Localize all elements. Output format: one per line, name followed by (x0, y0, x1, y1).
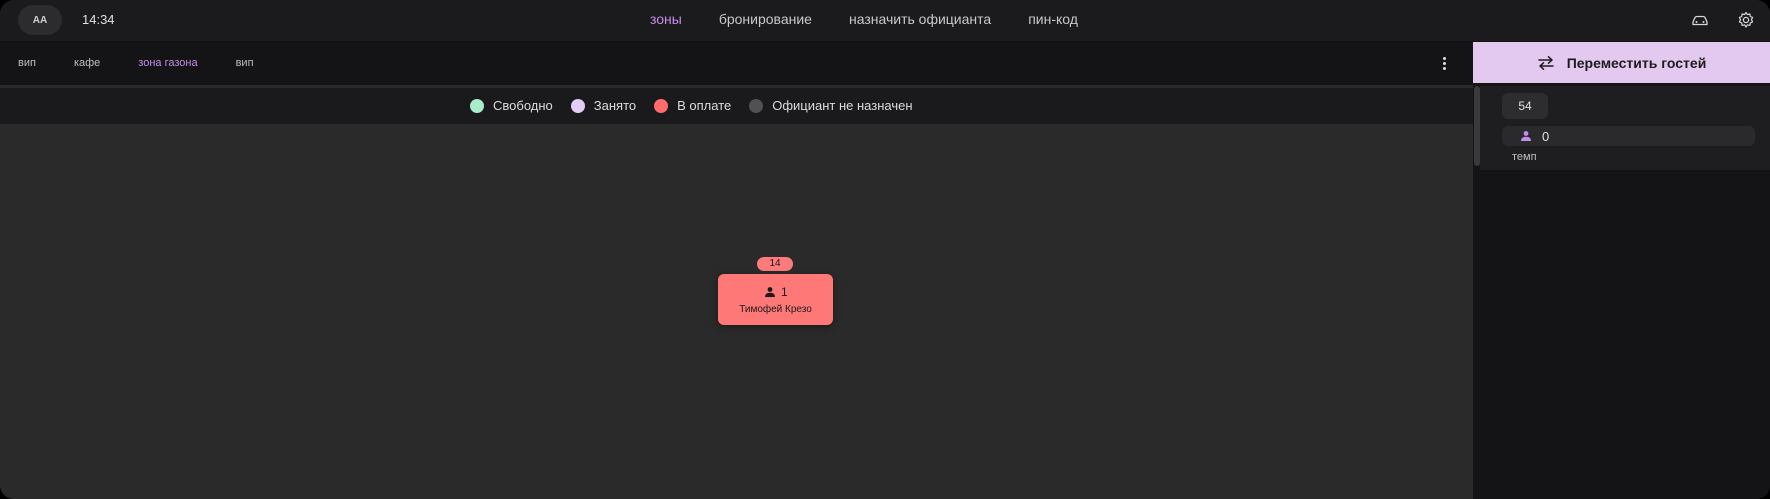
legend-dot-free (470, 98, 484, 113)
status-legend-bar: Свободно Занято В оплате Официант не наз… (0, 88, 1473, 124)
main-nav: зоны бронирование назначить официанта пи… (650, 11, 1078, 27)
summary-guests-row: 0 (1502, 126, 1755, 146)
status-legend: Свободно Занято В оплате Официант не наз… (470, 98, 913, 113)
car-icon[interactable] (1690, 10, 1710, 30)
nav-pin-code[interactable]: пин-код (1028, 11, 1078, 27)
table-guests: 1 (764, 285, 788, 299)
nav-assign-waiter[interactable]: назначить официанта (849, 11, 991, 27)
legend-label-paying: В оплате (677, 98, 732, 113)
move-guests-label: Переместить гостей (1566, 54, 1707, 71)
move-guests-button[interactable]: Переместить гостей (1473, 42, 1770, 83)
legend-dot-occupied (570, 98, 585, 113)
legend-paying: В оплате (654, 98, 731, 113)
zone-tab-lawn[interactable]: зона газона (138, 57, 197, 69)
zone-tab-vip[interactable]: вип (18, 57, 36, 69)
person-icon (765, 287, 775, 297)
table-guest-count: 1 (781, 285, 788, 299)
clock-time: 14:34 (82, 12, 115, 27)
legend-dot-paying (654, 98, 669, 113)
legend-no-waiter: Официант не назначен (749, 98, 913, 113)
legend-label-occupied: Занято (593, 98, 637, 113)
legend-label-free: Свободно (493, 98, 553, 113)
summary-table-number: 54 (1502, 93, 1548, 119)
legend-occupied: Занято (570, 98, 637, 113)
more-vertical-icon[interactable] (1439, 56, 1449, 72)
person-icon (1521, 131, 1531, 141)
table-waiter-name: Тимофей Крезо (739, 304, 812, 315)
swap-arrows-icon (1537, 55, 1554, 70)
zone-tabs: вип кафе зона газона вип (18, 57, 254, 69)
top-bar: AA 14:34 зоны бронирование назначить офи… (0, 0, 1770, 42)
zone-tab-vip-2[interactable]: вип (236, 57, 254, 69)
zone-tab-cafe[interactable]: кафе (74, 57, 100, 69)
gear-icon[interactable] (1736, 10, 1756, 30)
app-frame: AA 14:34 зоны бронирование назначить офи… (0, 0, 1770, 499)
nav-zones[interactable]: зоны (650, 11, 682, 27)
legend-free: Свободно (470, 98, 553, 113)
summary-waiter-name: темп (1512, 151, 1537, 163)
zone-tabs-bar: вип кафе зона газона вип (0, 42, 1473, 85)
summary-guest-count: 0 (1542, 128, 1550, 144)
table-card[interactable]: 1 Тимофей Крезо (718, 274, 833, 325)
nav-booking[interactable]: бронирование (719, 11, 812, 27)
legend-label-no-waiter: Официант не назначен (772, 98, 913, 113)
table-number-badge: 14 (757, 257, 793, 271)
legend-dot-no-waiter (749, 98, 764, 113)
user-avatar[interactable]: AA (18, 5, 62, 35)
